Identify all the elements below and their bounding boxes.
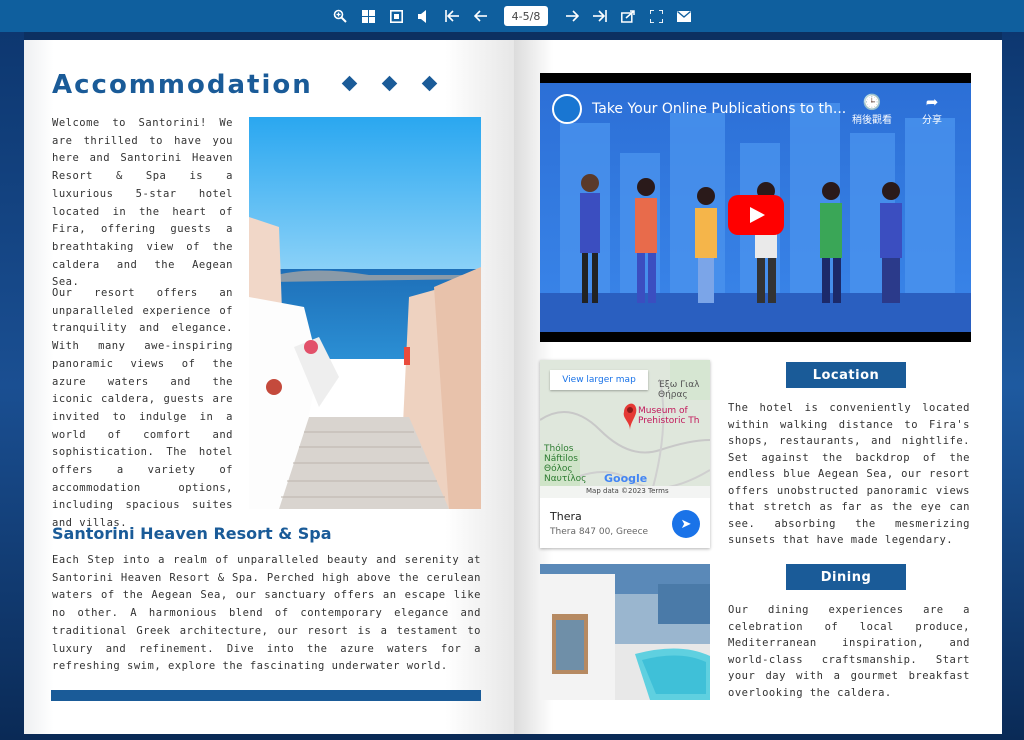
youtube-video-embed[interactable]: Take Your Online Publications to th... 🕒… <box>540 73 971 342</box>
dining-heading: Dining <box>786 564 906 590</box>
hotel-pool-photo <box>540 564 710 700</box>
video-title[interactable]: Take Your Online Publications to th... <box>592 101 846 117</box>
share-video-button[interactable]: ➦ 分享 <box>912 93 952 126</box>
map-footer: Map data ©2023 Terms <box>586 487 669 495</box>
first-page-icon[interactable] <box>442 6 462 26</box>
page-title: Accommodation <box>52 70 313 100</box>
watch-later-button[interactable]: 🕒 稍後觀看 <box>852 93 892 126</box>
sound-icon[interactable] <box>414 6 434 26</box>
right-page[interactable]: Take Your Online Publications to th... 🕒… <box>514 40 1002 734</box>
google-logo: Google <box>604 472 648 485</box>
fullscreen-icon[interactable] <box>646 6 666 26</box>
next-page-icon[interactable] <box>562 6 582 26</box>
map-place-name: Thera <box>550 510 582 523</box>
map-address: Thera 847 00, Greece <box>550 527 649 537</box>
channel-logo[interactable] <box>552 94 582 124</box>
play-button-icon[interactable] <box>728 195 784 235</box>
thumbnails-icon[interactable] <box>358 6 378 26</box>
background-left <box>0 32 24 740</box>
email-icon[interactable] <box>674 6 694 26</box>
prev-page-icon[interactable] <box>470 6 490 26</box>
share-icon[interactable] <box>618 6 638 26</box>
dining-paragraph: Our dining experiences are a celebration… <box>728 604 970 699</box>
santorini-stairs-photo <box>249 117 481 509</box>
share-label: 分享 <box>922 115 942 126</box>
location-heading: Location <box>786 362 906 388</box>
directions-icon[interactable]: ➤ <box>672 510 700 538</box>
clock-icon: 🕒 <box>862 93 882 111</box>
map-label-tholos: Thólos Náftilos Θόλος Ναυτίλος <box>544 444 587 484</box>
last-page-icon[interactable] <box>590 6 610 26</box>
page-number-input[interactable]: 4-5/8 <box>504 6 548 26</box>
resort-subtitle: Santorini Heaven Resort & Spa <box>52 524 332 543</box>
background-right <box>1002 32 1024 740</box>
left-page[interactable]: Accommodation Welcome to Santorini! We a… <box>24 40 514 734</box>
map-canvas[interactable]: View larger map Έξω Γιαλ Θήρας Museum of… <box>540 360 710 498</box>
location-paragraph: The hotel is conveniently located within… <box>728 402 970 546</box>
share-arrow-icon: ➦ <box>925 93 939 111</box>
map-label-museum: Museum of Prehistoric Th <box>638 406 700 426</box>
google-map-embed[interactable]: View larger map Έξω Γιαλ Θήρας Museum of… <box>540 360 710 548</box>
accent-bar <box>51 690 481 701</box>
diamond-icon <box>381 75 398 92</box>
realm-paragraph: Each Step into a realm of unparalleled b… <box>52 554 481 673</box>
diamond-icon <box>421 75 438 92</box>
intro-paragraph: Welcome to Santorini! We are thrilled to… <box>52 117 233 289</box>
watch-later-label: 稍後觀看 <box>852 115 892 126</box>
zoom-icon[interactable] <box>330 6 350 26</box>
view-larger-map-link[interactable]: View larger map <box>550 370 648 390</box>
diamond-icon <box>341 75 358 92</box>
fit-page-icon[interactable] <box>386 6 406 26</box>
viewer-toolbar: 4-5/8 <box>0 0 1024 32</box>
resort-paragraph: Our resort offers an unparalleled experi… <box>52 287 233 530</box>
video-thumbnail: Take Your Online Publications to th... 🕒… <box>540 83 971 332</box>
map-label-fira: Έξω Γιαλ Θήρας <box>658 380 700 400</box>
